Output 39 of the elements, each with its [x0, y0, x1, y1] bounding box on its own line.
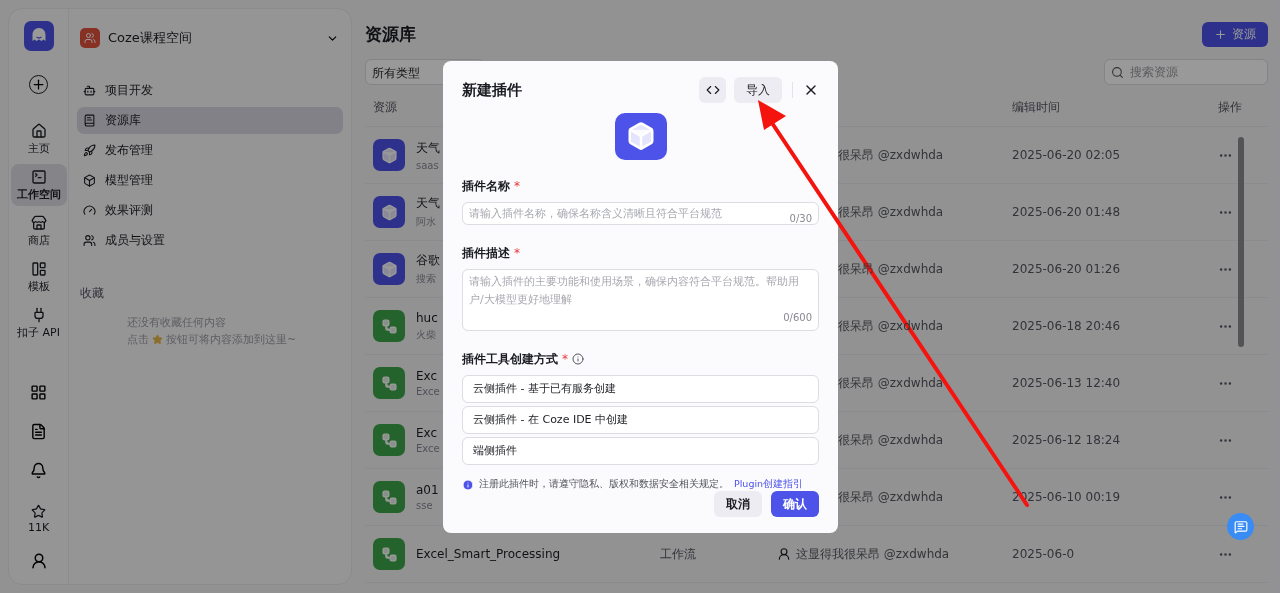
edit-time: 2025-06-13 12:40: [1012, 376, 1122, 390]
creator-name: 很呆昂 @zxdwhda: [838, 203, 944, 221]
resource-name: Exc: [416, 369, 439, 383]
resource-name: a01: [416, 483, 439, 497]
edit-time: 2025-06-12 18:24: [1012, 433, 1122, 447]
section-title: 收藏: [80, 285, 105, 302]
creator-name: 很呆昂 @zxdwhda: [838, 488, 944, 506]
creator-name: 这显得我很呆昂 @zxdwhda: [796, 545, 950, 563]
column-header: 操作: [1218, 99, 1243, 116]
field-label: 插件工具创建方式: [462, 350, 558, 368]
resource-name: 谷歌: [416, 252, 440, 269]
resource-name: Exc: [416, 426, 439, 440]
resource-description: sse: [416, 500, 434, 511]
field-label: 插件名称: [462, 177, 510, 195]
column-header: 编辑时间: [1012, 99, 1061, 116]
resource-description: Exce: [416, 443, 440, 454]
page-title: 资源库: [365, 22, 416, 46]
resource-name: 天气: [416, 195, 440, 212]
edit-time: 2025-06-18 20:46: [1012, 319, 1122, 333]
resource-description: 搜索: [416, 272, 437, 286]
creator-name: 很呆昂 @zxdwhda: [838, 431, 944, 449]
creator-name: 很呆昂 @zxdwhda: [838, 374, 944, 392]
required-mark: *: [562, 352, 568, 367]
required-mark: *: [514, 246, 520, 261]
edit-time: 2025-06-20 01:48: [1012, 205, 1122, 219]
edit-time: 2025-06-20 01:26: [1012, 262, 1122, 276]
resource-name: huc: [416, 310, 438, 325]
edit-time: 2025-06-0: [1012, 547, 1076, 561]
resource-description: Exce: [416, 386, 440, 397]
column-header: 资源: [373, 99, 398, 116]
notice-text: 注册此插件时，请遵守隐私、版权和数据安全相关规定。: [479, 478, 729, 491]
creator-name: 很呆昂 @zxdwhda: [838, 146, 944, 164]
resource-name: 天气: [416, 139, 440, 157]
resource-type: 工作流: [660, 546, 696, 561]
resource-description: saas: [416, 159, 440, 171]
required-mark: *: [514, 179, 520, 194]
edit-time: 2025-06-20 02:05: [1012, 148, 1122, 162]
field-label: 插件描述: [462, 244, 510, 262]
resource-name: Excel_Smart_Processing: [416, 547, 561, 561]
